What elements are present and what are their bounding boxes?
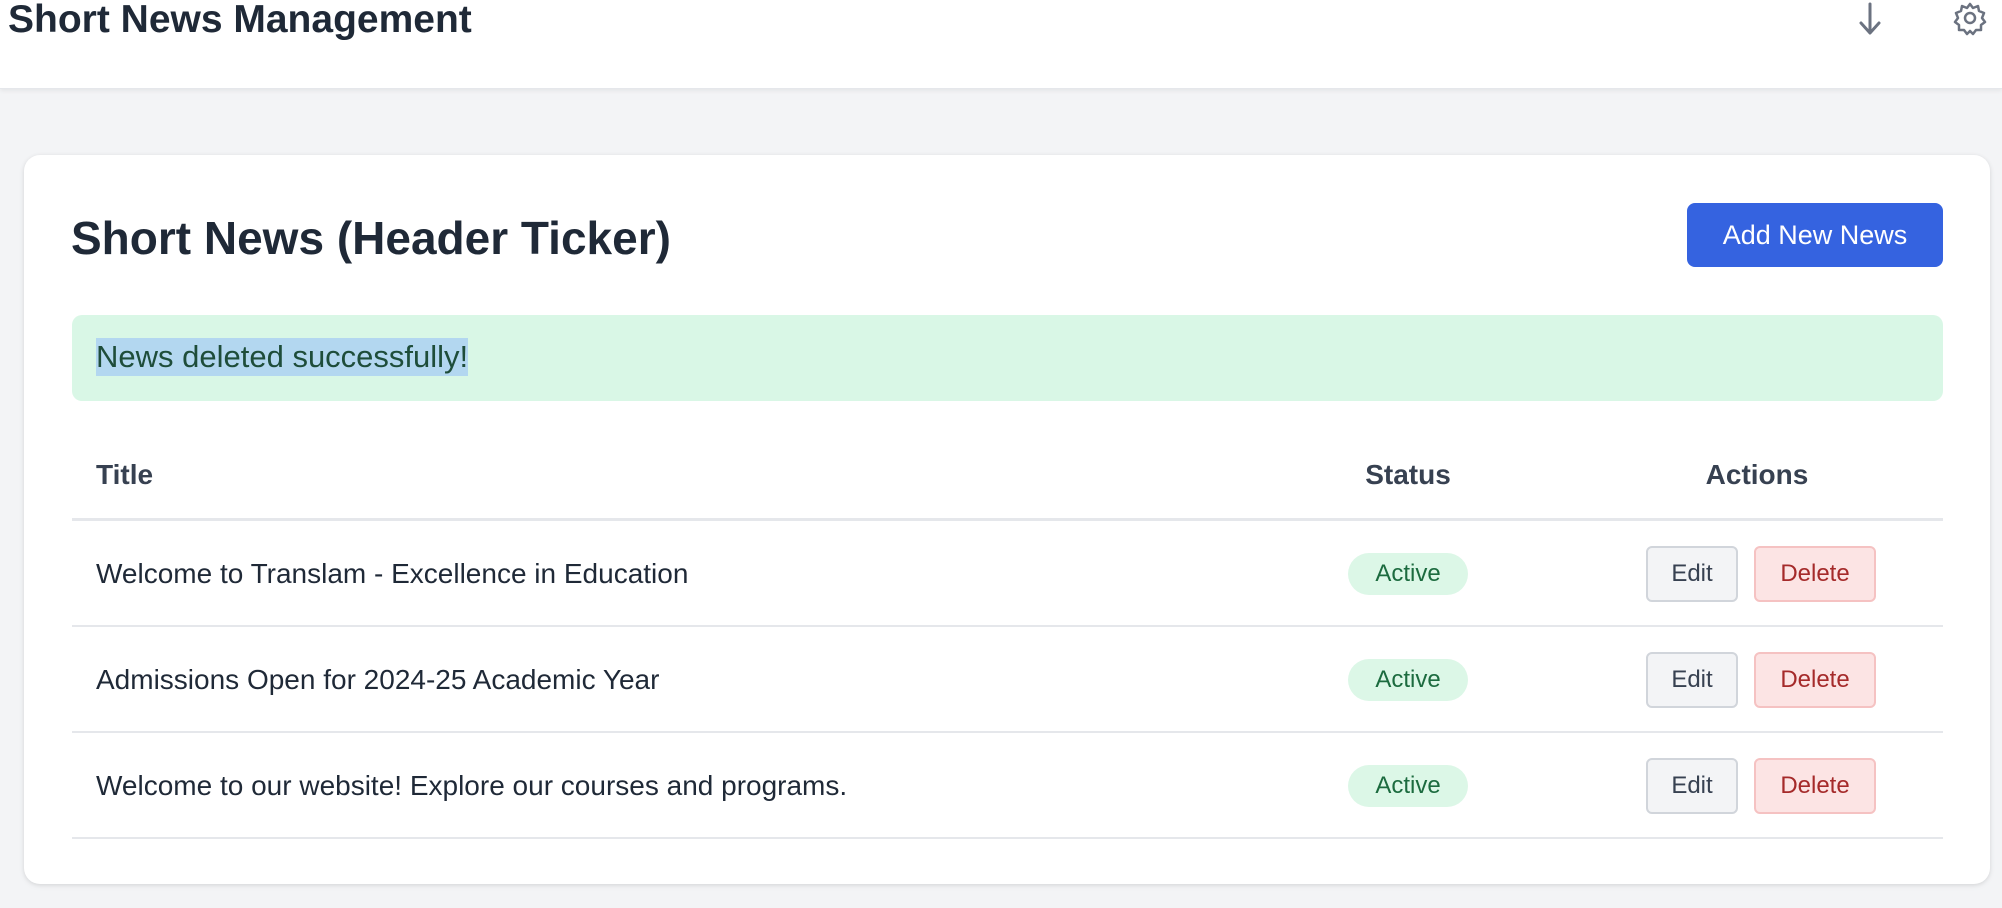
table-row: Welcome to Translam - Excellence in Educ… — [72, 521, 1943, 627]
page-title: Short News Management — [8, 0, 472, 41]
delete-button[interactable]: Delete — [1754, 652, 1876, 708]
edit-button[interactable]: Edit — [1646, 546, 1738, 602]
settings-icon[interactable] — [1950, 0, 1990, 40]
delete-button[interactable]: Delete — [1754, 758, 1876, 814]
news-title: Welcome to our website! Explore our cour… — [96, 770, 848, 801]
delete-button[interactable]: Delete — [1754, 546, 1876, 602]
table-row: Welcome to our website! Explore our cour… — [72, 733, 1943, 839]
download-icon[interactable] — [1850, 0, 1890, 40]
news-title: Welcome to Translam - Excellence in Educ… — [96, 558, 689, 589]
status-badge: Active — [1348, 659, 1468, 701]
column-header-title: Title — [96, 459, 154, 490]
column-header-actions: Actions — [1705, 459, 1809, 490]
edit-button[interactable]: Edit — [1646, 652, 1738, 708]
success-alert: News deleted successfully! — [72, 315, 1943, 401]
news-card: Short News (Header Ticker) Add New News … — [24, 155, 1990, 884]
alert-message: News deleted successfully! — [96, 338, 469, 376]
top-bar: Short News Management — [0, 0, 2002, 89]
news-title: Admissions Open for 2024-25 Academic Yea… — [96, 664, 660, 695]
table-row: Admissions Open for 2024-25 Academic Yea… — [72, 627, 1943, 733]
add-news-button[interactable]: Add New News — [1687, 203, 1943, 267]
edit-button[interactable]: Edit — [1646, 758, 1738, 814]
column-header-status: Status — [1365, 459, 1451, 490]
status-badge: Active — [1348, 765, 1468, 807]
card-title: Short News (Header Ticker) — [71, 212, 671, 264]
status-badge: Active — [1348, 553, 1468, 595]
